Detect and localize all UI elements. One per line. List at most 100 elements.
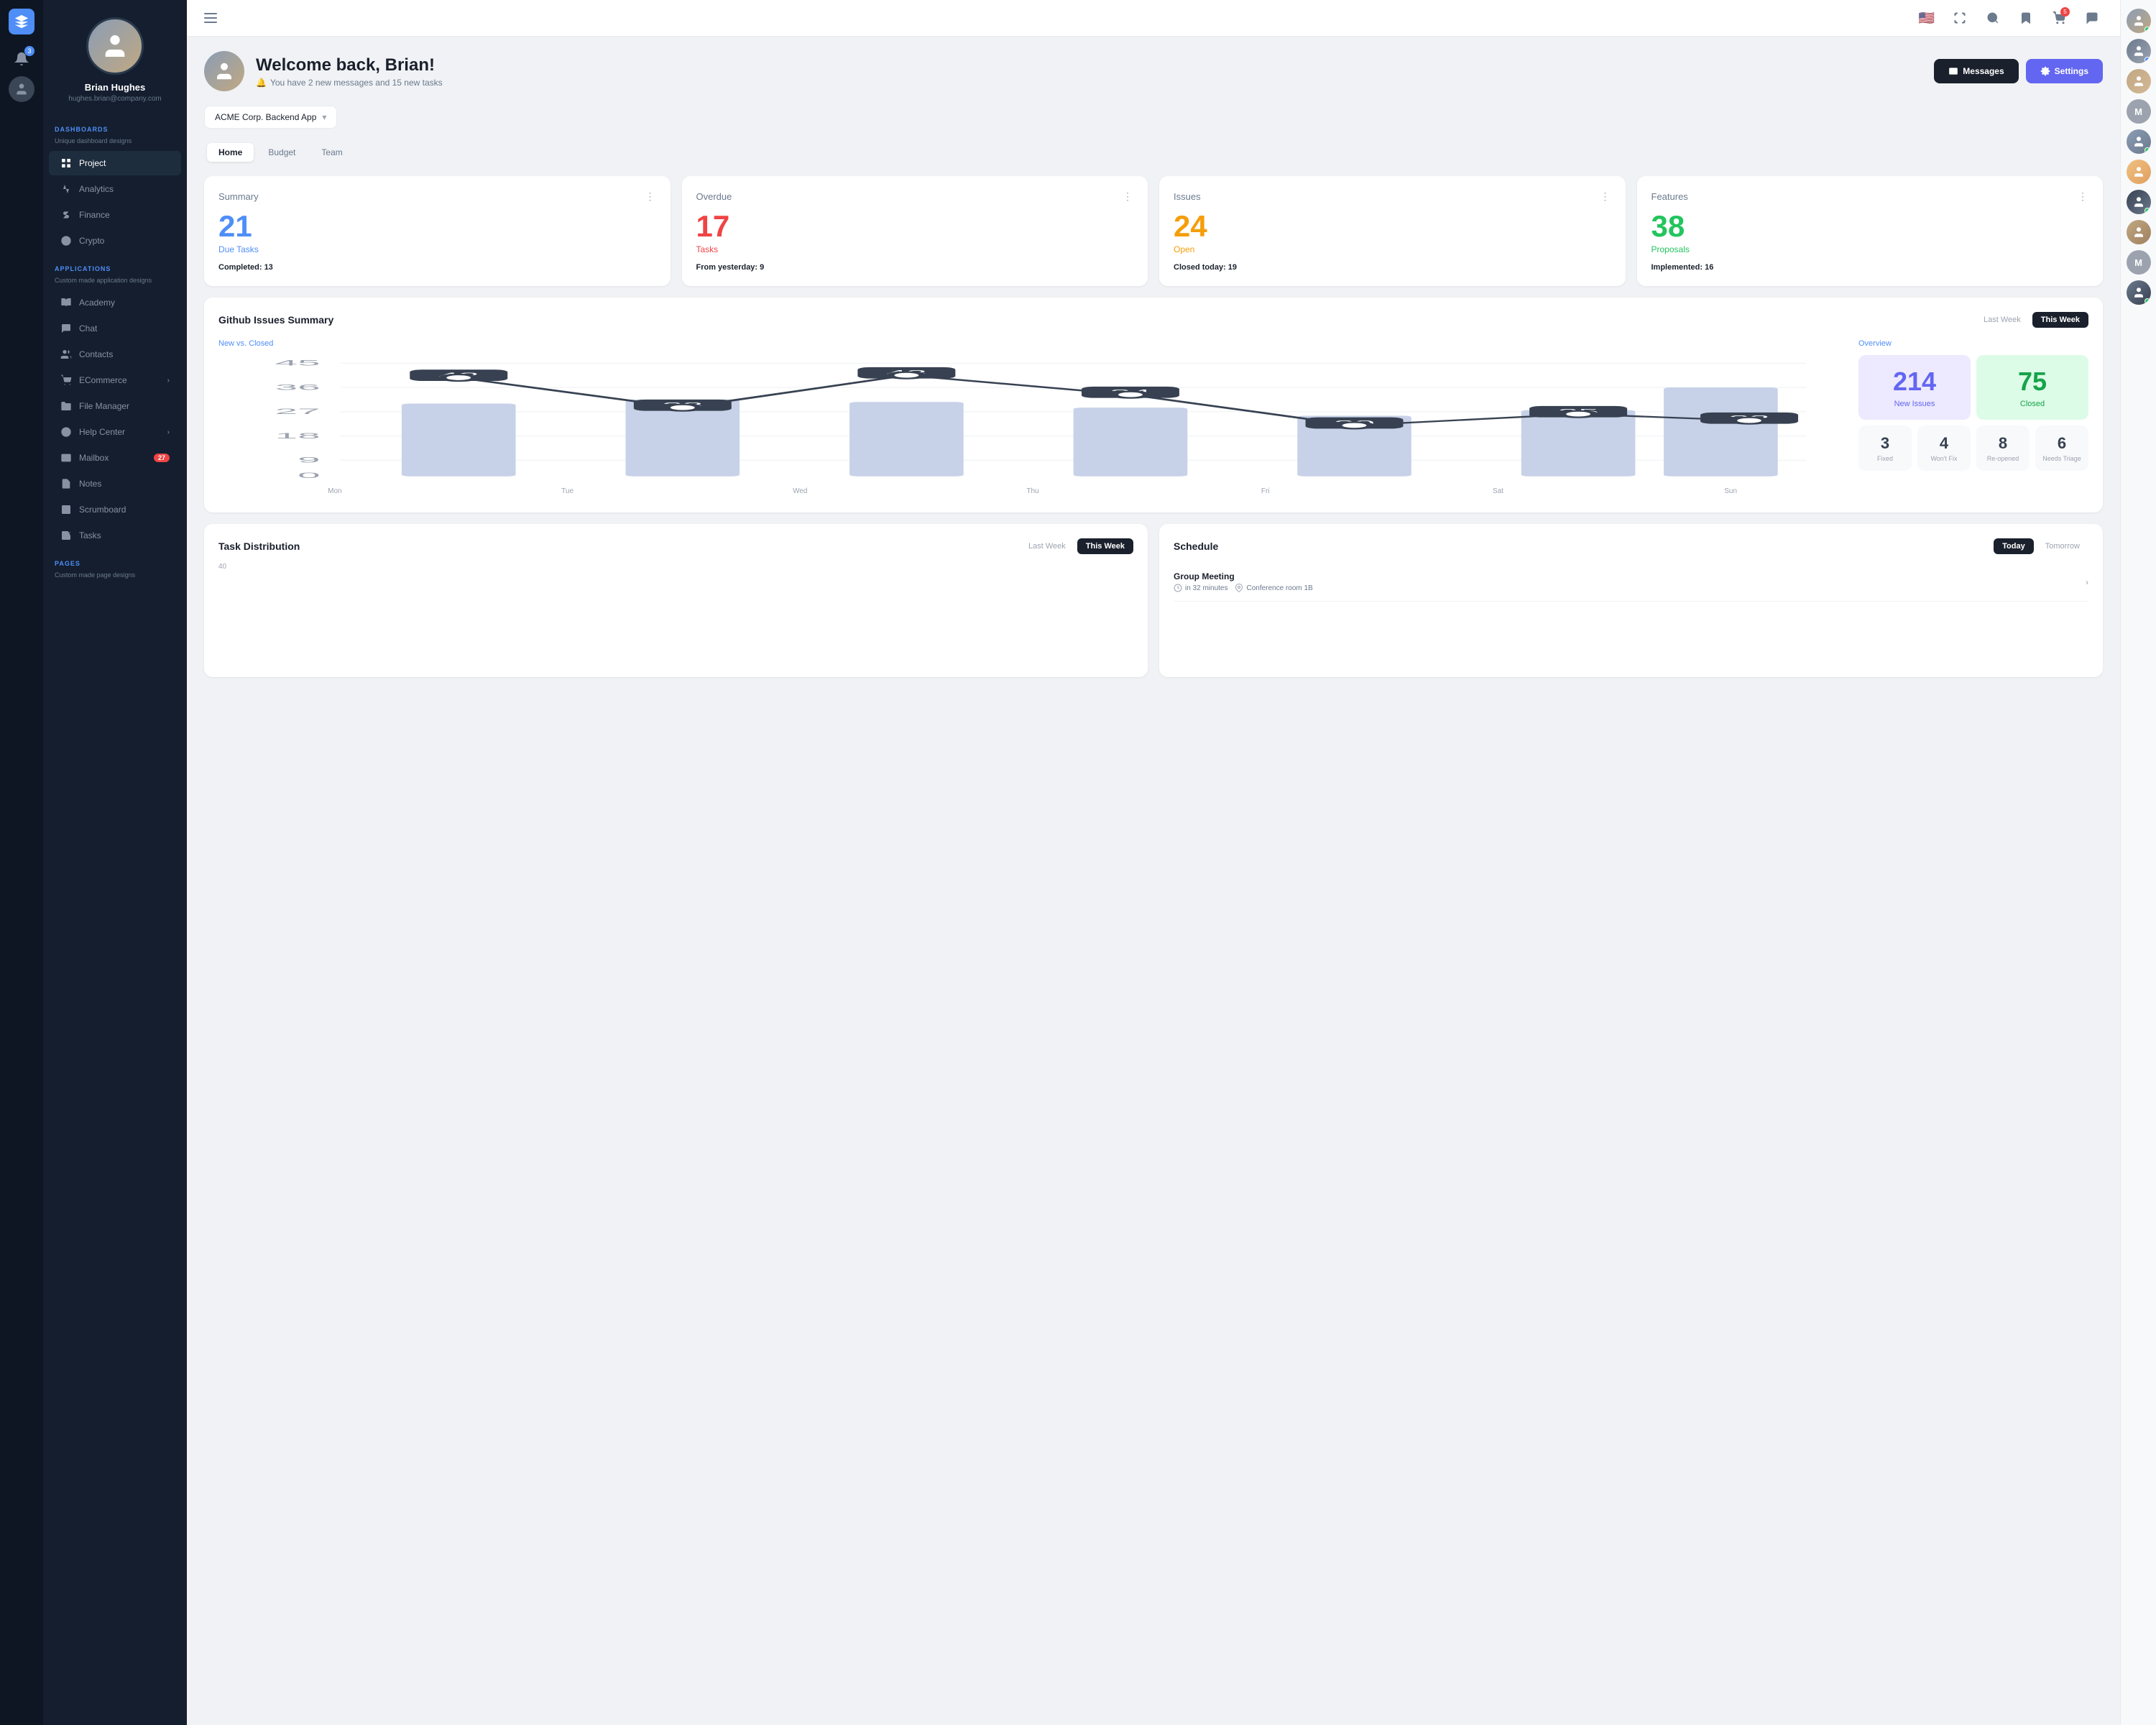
welcome-greeting: Welcome back, Brian! bbox=[256, 55, 443, 75]
tab-team[interactable]: Team bbox=[310, 143, 354, 162]
new-issues-label: New Issues bbox=[1894, 400, 1935, 408]
search-button[interactable] bbox=[1982, 7, 2004, 29]
sidebar-item-contacts[interactable]: Contacts bbox=[49, 342, 181, 367]
new-issues-number: 214 bbox=[1893, 367, 1936, 397]
stat-menu-features[interactable]: ⋮ bbox=[2078, 190, 2088, 203]
messages-button[interactable] bbox=[2081, 7, 2103, 29]
sidebar-item-chat[interactable]: Chat bbox=[49, 316, 181, 341]
online-user-7[interactable] bbox=[2127, 190, 2151, 214]
sidebar-item-ecommerce-label: ECommerce bbox=[79, 375, 127, 385]
sidebar-item-academy[interactable]: Academy bbox=[49, 290, 181, 315]
wont-fix-label: Won't Fix bbox=[1930, 455, 1957, 462]
cart-button[interactable]: 5 bbox=[2048, 7, 2070, 29]
sidebar-item-ecommerce[interactable]: ECommerce › bbox=[49, 368, 181, 392]
sidebar-item-project[interactable]: Project bbox=[49, 151, 181, 175]
online-user-5[interactable] bbox=[2127, 129, 2151, 154]
bottom-grid: Task Distribution Last Week This Week 40 bbox=[204, 524, 2103, 689]
online-user-4[interactable]: M bbox=[2127, 99, 2151, 124]
pages-section-sub: Custom made page designs bbox=[43, 570, 187, 584]
sidebar-item-helpcenter[interactable]: Help Center › bbox=[49, 420, 181, 444]
schedule-tomorrow-btn[interactable]: Tomorrow bbox=[2037, 538, 2088, 554]
stat-title-issues: Issues bbox=[1174, 191, 1201, 202]
sidebar-item-notes[interactable]: Notes bbox=[49, 472, 181, 496]
tab-budget[interactable]: Budget bbox=[257, 143, 307, 162]
online-user-2[interactable] bbox=[2127, 39, 2151, 63]
svg-text:27: 27 bbox=[275, 407, 321, 416]
stats-grid: Summary ⋮ 21 Due Tasks Completed: 13 Ove… bbox=[204, 176, 2103, 286]
sidebar-item-filemanager[interactable]: File Manager bbox=[49, 394, 181, 418]
topbar-avatar[interactable] bbox=[9, 76, 34, 102]
overview-area: Overview 214 New Issues 75 Closed bbox=[1858, 339, 2088, 498]
stat-menu-overdue[interactable]: ⋮ bbox=[1123, 190, 1133, 203]
dashboards-section-label: DASHBOARDS bbox=[43, 114, 187, 136]
new-issues-card: 214 New Issues bbox=[1858, 355, 1971, 420]
applications-section-sub: Custom made application designs bbox=[43, 275, 187, 290]
sidebar-item-notes-label: Notes bbox=[79, 479, 101, 489]
schedule-today-btn[interactable]: Today bbox=[1994, 538, 2034, 554]
sidebar-item-scrumboard[interactable]: Scrumboard bbox=[49, 497, 181, 522]
sidebar-item-analytics[interactable]: Analytics bbox=[49, 177, 181, 201]
sidebar-item-finance[interactable]: Finance bbox=[49, 203, 181, 227]
online-user-6[interactable] bbox=[2127, 160, 2151, 184]
applications-section-label: APPLICATIONS bbox=[43, 254, 187, 275]
sidebar-user-section: Brian Hughes hughes.brian@company.com bbox=[43, 0, 187, 114]
sidebar-item-tasks[interactable]: Tasks bbox=[49, 523, 181, 548]
stat-label-features: Proposals bbox=[1651, 244, 2089, 254]
task-dist-this-week-btn[interactable]: This Week bbox=[1077, 538, 1133, 554]
online-user-3[interactable] bbox=[2127, 69, 2151, 93]
nav-tabs: Home Budget Team bbox=[204, 140, 357, 165]
github-this-week-btn[interactable]: This Week bbox=[2032, 312, 2088, 328]
flag-icon[interactable]: 🇺🇸 bbox=[1916, 7, 1938, 29]
sidebar-item-filemanager-label: File Manager bbox=[79, 401, 129, 411]
task-dist-header: Task Distribution Last Week This Week bbox=[218, 538, 1133, 554]
welcome-header: Welcome back, Brian! 🔔 You have 2 new me… bbox=[204, 51, 2103, 91]
stat-label-summary: Due Tasks bbox=[218, 244, 656, 254]
schedule-event-chevron-icon[interactable]: › bbox=[2086, 577, 2088, 587]
welcome-text: Welcome back, Brian! 🔔 You have 2 new me… bbox=[256, 55, 443, 88]
welcome-left: Welcome back, Brian! 🔔 You have 2 new me… bbox=[204, 51, 443, 91]
app-selector[interactable]: ACME Corp. Backend App ▾ bbox=[204, 106, 337, 129]
needs-triage-number: 6 bbox=[2058, 434, 2066, 453]
needs-triage-card: 6 Needs Triage bbox=[2035, 426, 2088, 471]
stat-footer-overdue: From yesterday: 9 bbox=[696, 263, 1134, 272]
online-user-8[interactable] bbox=[2127, 220, 2151, 244]
icon-bar: 3 bbox=[0, 0, 43, 1725]
pages-section-label: PAGES bbox=[43, 548, 187, 570]
github-last-week-btn[interactable]: Last Week bbox=[1975, 312, 2030, 328]
sidebar-item-mailbox[interactable]: Mailbox 27 bbox=[49, 446, 181, 470]
reopened-number: 8 bbox=[1999, 434, 2007, 453]
sidebar-item-crypto[interactable]: Crypto bbox=[49, 229, 181, 253]
helpcenter-chevron-icon: › bbox=[167, 428, 170, 436]
settings-action-button[interactable]: Settings bbox=[2026, 59, 2103, 83]
messages-btn-label: Messages bbox=[1963, 66, 2004, 76]
tab-home[interactable]: Home bbox=[207, 143, 254, 162]
sidebar-item-project-label: Project bbox=[79, 158, 106, 168]
sidebar-item-finance-label: Finance bbox=[79, 210, 110, 220]
topbar: 🇺🇸 5 bbox=[187, 0, 2120, 37]
stat-number-features: 38 bbox=[1651, 211, 2089, 242]
app-logo[interactable] bbox=[9, 9, 34, 34]
wont-fix-number: 4 bbox=[1940, 434, 1948, 453]
right-sidebar: M M bbox=[2120, 0, 2156, 1725]
online-user-1[interactable] bbox=[2127, 9, 2151, 33]
stat-menu-summary[interactable]: ⋮ bbox=[645, 190, 656, 203]
notification-button[interactable]: 3 bbox=[9, 46, 34, 72]
main-content: 🇺🇸 5 bbox=[187, 0, 2120, 1725]
task-dist-last-week-btn[interactable]: Last Week bbox=[1020, 538, 1074, 554]
stat-label-issues: Open bbox=[1174, 244, 1611, 254]
svg-text:0: 0 bbox=[298, 471, 321, 480]
bookmark-button[interactable] bbox=[2015, 7, 2037, 29]
bar-chart bbox=[218, 576, 1133, 663]
online-dot-10 bbox=[2145, 298, 2150, 304]
stat-menu-issues[interactable]: ⋮ bbox=[1600, 190, 1611, 203]
schedule-header: Schedule Today Tomorrow bbox=[1174, 538, 2088, 554]
task-dist-title: Task Distribution bbox=[218, 540, 300, 552]
welcome-actions: Messages Settings bbox=[1934, 59, 2103, 83]
topbar-left bbox=[204, 13, 217, 23]
online-dot-1 bbox=[2145, 27, 2150, 32]
online-user-10[interactable] bbox=[2127, 280, 2151, 305]
hamburger-menu[interactable] bbox=[204, 13, 217, 23]
messages-action-button[interactable]: Messages bbox=[1934, 59, 2018, 83]
fullscreen-button[interactable] bbox=[1949, 7, 1971, 29]
online-user-9[interactable]: M bbox=[2127, 250, 2151, 275]
